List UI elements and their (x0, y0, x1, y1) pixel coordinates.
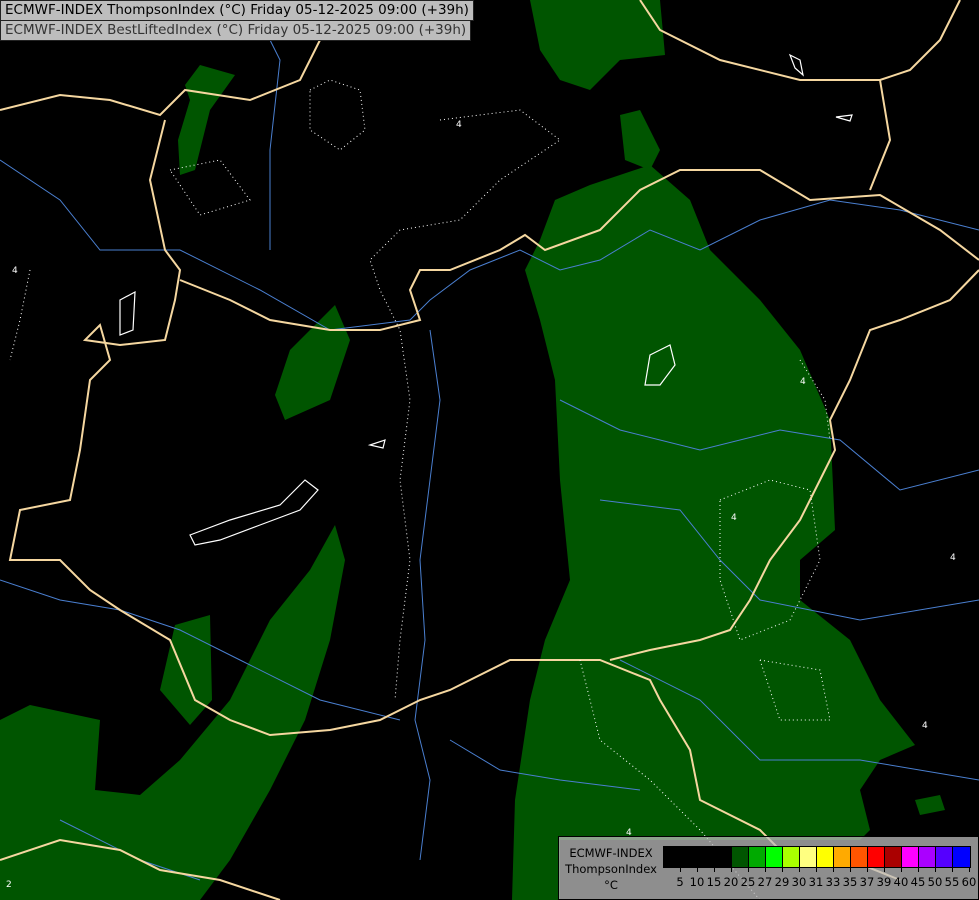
legend-tick-mark (935, 867, 936, 872)
legend-swatch (953, 847, 970, 867)
legend-tick-label: 45 (910, 875, 926, 889)
legend-swatch (766, 847, 783, 867)
legend-tick-mark (918, 867, 919, 872)
legend-title-source: ECMWF-INDEX (569, 846, 653, 860)
map-title-best-lifted-index: ECMWF-INDEX BestLiftedIndex (°C) Friday … (0, 20, 472, 41)
legend-tick-mark (748, 867, 749, 872)
legend-swatch (851, 847, 868, 867)
legend-tick-mark (782, 867, 783, 872)
legend-swatch (834, 847, 851, 867)
legend-tick-mark (799, 867, 800, 872)
contour-label: 4 (12, 266, 18, 276)
thompson-index-fill-areas (0, 0, 945, 900)
legend-swatch (715, 847, 732, 867)
contour-label: 4 (922, 721, 928, 731)
weather-map: 4 4 4 4 4 4 4 2 ECMWF-INDEX ThompsonInde… (0, 0, 979, 900)
legend-swatch (681, 847, 698, 867)
fill-area-east (512, 165, 915, 900)
map-title-thompson-index: ECMWF-INDEX ThompsonIndex (°C) Friday 05… (0, 0, 474, 21)
legend-tick-label: 40 (893, 875, 909, 889)
legend-tick-label: 25 (740, 875, 756, 889)
legend-tick-mark (850, 867, 851, 872)
color-legend: ECMWF-INDEX ThompsonIndex °C 5 10 15 20 25 27… (558, 836, 979, 900)
contour-label: 4 (950, 553, 956, 563)
legend-tick-label: 35 (842, 875, 858, 889)
fill-area-north-strip (620, 110, 660, 170)
legend-tick-label: 5 (676, 875, 684, 889)
legend-swatch (919, 847, 936, 867)
legend-tick-label: 27 (757, 875, 773, 889)
legend-tick-label: 31 (808, 875, 824, 889)
legend-title-parameter: ThompsonIndex (565, 862, 657, 876)
legend-swatch (868, 847, 885, 867)
legend-tick-label: 39 (876, 875, 892, 889)
legend-tick-label: 60 (961, 875, 977, 889)
legend-tick-label: 50 (927, 875, 943, 889)
contour-label: 4 (800, 377, 806, 387)
legend-tick-mark (765, 867, 766, 872)
legend-tick-mark (731, 867, 732, 872)
fill-area-west (160, 615, 212, 725)
legend-swatch (800, 847, 817, 867)
legend-tick-mark (901, 867, 902, 872)
legend-tick-mark (867, 867, 868, 872)
legend-tick-mark (969, 867, 970, 872)
legend-swatch (936, 847, 953, 867)
legend-ticks: 5 10 15 20 25 27 29 30 31 33 35 37 39 40 45 50 55 60 (663, 867, 976, 897)
legend-tick-mark (884, 867, 885, 872)
legend-swatches (663, 846, 971, 868)
legend-swatch (732, 847, 749, 867)
contour-label: 4 (731, 513, 737, 523)
fill-area-north (530, 0, 665, 90)
legend-swatch (783, 847, 800, 867)
legend-tick-label: 29 (774, 875, 790, 889)
fill-area-east-small (915, 795, 945, 815)
legend-tick-label: 10 (689, 875, 705, 889)
legend-tick-label: 30 (791, 875, 807, 889)
legend-tick-mark (680, 867, 681, 872)
legend-swatch (885, 847, 902, 867)
legend-tick-mark (714, 867, 715, 872)
legend-tick-mark (816, 867, 817, 872)
legend-tick-label: 37 (859, 875, 875, 889)
legend-tick-label: 20 (723, 875, 739, 889)
legend-tick-label: 55 (944, 875, 960, 889)
legend-swatch (749, 847, 766, 867)
fill-area-northwest (178, 65, 235, 175)
contour-label: 4 (456, 120, 462, 130)
legend-swatch (664, 847, 681, 867)
legend-unit: °C (604, 878, 618, 892)
legend-swatch (817, 847, 834, 867)
legend-tick-mark (952, 867, 953, 872)
legend-swatch (698, 847, 715, 867)
legend-tick-label: 15 (706, 875, 722, 889)
legend-title: ECMWF-INDEX ThompsonIndex °C (563, 845, 659, 893)
contour-label: 2 (6, 880, 12, 890)
legend-tick-mark (833, 867, 834, 872)
legend-tick-label: 33 (825, 875, 841, 889)
map-canvas: 4 4 4 4 4 4 4 2 (0, 0, 979, 900)
legend-tick-mark (697, 867, 698, 872)
legend-swatch (902, 847, 919, 867)
